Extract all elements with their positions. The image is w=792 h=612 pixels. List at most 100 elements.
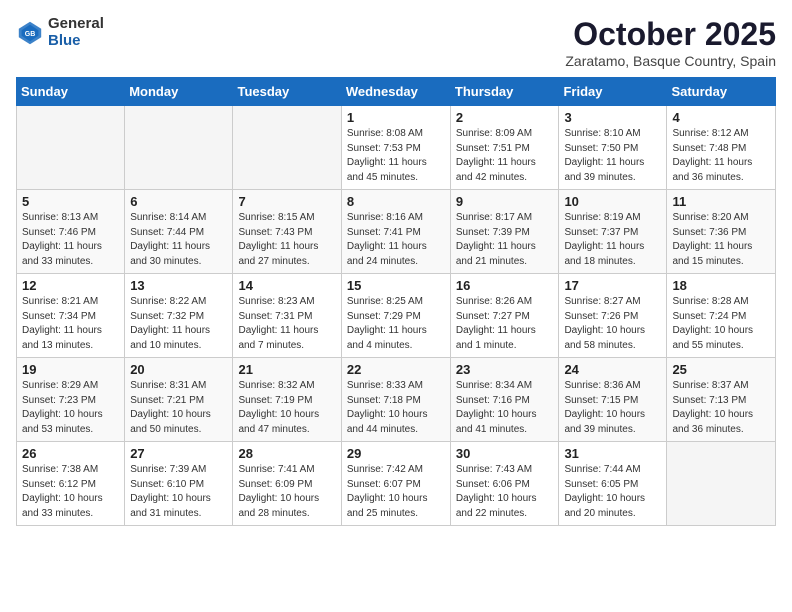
calendar-header-row: SundayMondayTuesdayWednesdayThursdayFrid…: [17, 78, 776, 106]
day-info: Sunrise: 8:26 AM Sunset: 7:27 PM Dayligh…: [456, 295, 554, 353]
day-number: 10: [564, 194, 661, 209]
day-info: Sunrise: 8:12 AM Sunset: 7:48 PM Dayligh…: [672, 127, 770, 185]
logo-text: General Blue: [48, 16, 104, 49]
table-row: 1 Sunrise: 8:08 AM Sunset: 7:53 PM Daylig…: [341, 106, 450, 190]
table-row: 27 Sunrise: 7:39 AM Sunset: 6:10 PM Dayli…: [125, 442, 233, 526]
day-number: 22: [347, 362, 445, 377]
table-row: 18 Sunrise: 8:28 AM Sunset: 7:24 PM Dayli…: [667, 274, 776, 358]
day-info: Sunrise: 8:37 AM Sunset: 7:13 PM Dayligh…: [672, 379, 770, 437]
day-info: Sunrise: 7:38 AM Sunset: 6:12 PM Dayligh…: [22, 463, 119, 521]
calendar-table: SundayMondayTuesdayWednesdayThursdayFrid…: [16, 77, 776, 526]
day-number: 13: [130, 278, 227, 293]
table-row: 12Sunrise: 8:21 AM Sunset: 7:34 PM Dayli…: [17, 274, 125, 358]
day-info: Sunrise: 8:13 AM Sunset: 7:46 PM Dayligh…: [22, 211, 119, 269]
logo-blue-text: Blue: [48, 33, 104, 50]
day-number: 2: [456, 110, 554, 125]
table-row: 29Sunrise: 7:42 AM Sunset: 6:07 PM Dayli…: [341, 442, 450, 526]
table-row: 24 Sunrise: 8:36 AM Sunset: 7:15 PM Dayli…: [559, 358, 667, 442]
day-number: 7: [238, 194, 335, 209]
calendar-week-row: 12Sunrise: 8:21 AM Sunset: 7:34 PM Dayli…: [17, 274, 776, 358]
logo-icon: GB: [16, 19, 44, 47]
day-info: Sunrise: 8:22 AM Sunset: 7:32 PM Dayligh…: [130, 295, 227, 353]
day-number: 8: [347, 194, 445, 209]
day-info: Sunrise: 8:34 AM Sunset: 7:16 PM Dayligh…: [456, 379, 554, 437]
day-info: Sunrise: 7:44 AM Sunset: 6:05 PM Dayligh…: [564, 463, 661, 521]
calendar-week-row: 26 Sunrise: 7:38 AM Sunset: 6:12 PM Dayli…: [17, 442, 776, 526]
day-info: Sunrise: 8:23 AM Sunset: 7:31 PM Dayligh…: [238, 295, 335, 353]
day-info: Sunrise: 8:29 AM Sunset: 7:23 PM Dayligh…: [22, 379, 119, 437]
table-row: 2 Sunrise: 8:09 AM Sunset: 7:51 PM Daylig…: [450, 106, 559, 190]
day-number: 9: [456, 194, 554, 209]
table-row: 16 Sunrise: 8:26 AM Sunset: 7:27 PM Dayli…: [450, 274, 559, 358]
table-row: 19 Sunrise: 8:29 AM Sunset: 7:23 PM Dayli…: [17, 358, 125, 442]
title-block: October 2025 Zaratamo, Basque Country, S…: [565, 16, 776, 69]
day-of-week-header: Monday: [125, 78, 233, 106]
day-info: Sunrise: 8:08 AM Sunset: 7:53 PM Dayligh…: [347, 127, 445, 185]
day-number: 18: [672, 278, 770, 293]
day-number: 23: [456, 362, 554, 377]
table-row: [125, 106, 233, 190]
table-row: 25 Sunrise: 8:37 AM Sunset: 7:13 PM Dayli…: [667, 358, 776, 442]
table-row: [17, 106, 125, 190]
table-row: 5 Sunrise: 8:13 AM Sunset: 7:46 PM Daylig…: [17, 190, 125, 274]
day-number: 30: [456, 446, 554, 461]
day-number: 1: [347, 110, 445, 125]
day-info: Sunrise: 8:25 AM Sunset: 7:29 PM Dayligh…: [347, 295, 445, 353]
table-row: [233, 106, 341, 190]
table-row: 8 Sunrise: 8:16 AM Sunset: 7:41 PM Daylig…: [341, 190, 450, 274]
day-info: Sunrise: 8:21 AM Sunset: 7:34 PM Dayligh…: [22, 295, 119, 353]
day-number: 6: [130, 194, 227, 209]
table-row: 10Sunrise: 8:19 AM Sunset: 7:37 PM Dayli…: [559, 190, 667, 274]
day-info: Sunrise: 7:41 AM Sunset: 6:09 PM Dayligh…: [238, 463, 335, 521]
day-number: 25: [672, 362, 770, 377]
day-info: Sunrise: 8:14 AM Sunset: 7:44 PM Dayligh…: [130, 211, 227, 269]
calendar-week-row: 19 Sunrise: 8:29 AM Sunset: 7:23 PM Dayli…: [17, 358, 776, 442]
table-row: [667, 442, 776, 526]
table-row: 30 Sunrise: 7:43 AM Sunset: 6:06 PM Dayli…: [450, 442, 559, 526]
day-of-week-header: Tuesday: [233, 78, 341, 106]
table-row: 11Sunrise: 8:20 AM Sunset: 7:36 PM Dayli…: [667, 190, 776, 274]
table-row: 21Sunrise: 8:32 AM Sunset: 7:19 PM Dayli…: [233, 358, 341, 442]
day-info: Sunrise: 8:09 AM Sunset: 7:51 PM Dayligh…: [456, 127, 554, 185]
table-row: 9 Sunrise: 8:17 AM Sunset: 7:39 PM Daylig…: [450, 190, 559, 274]
day-number: 17: [564, 278, 661, 293]
day-info: Sunrise: 8:10 AM Sunset: 7:50 PM Dayligh…: [564, 127, 661, 185]
logo: GB General Blue: [16, 16, 104, 49]
day-info: Sunrise: 7:43 AM Sunset: 6:06 PM Dayligh…: [456, 463, 554, 521]
table-row: 20Sunrise: 8:31 AM Sunset: 7:21 PM Dayli…: [125, 358, 233, 442]
calendar-week-row: 1 Sunrise: 8:08 AM Sunset: 7:53 PM Daylig…: [17, 106, 776, 190]
table-row: 15Sunrise: 8:25 AM Sunset: 7:29 PM Dayli…: [341, 274, 450, 358]
day-of-week-header: Friday: [559, 78, 667, 106]
table-row: 17Sunrise: 8:27 AM Sunset: 7:26 PM Dayli…: [559, 274, 667, 358]
day-info: Sunrise: 7:39 AM Sunset: 6:10 PM Dayligh…: [130, 463, 227, 521]
table-row: 28 Sunrise: 7:41 AM Sunset: 6:09 PM Dayli…: [233, 442, 341, 526]
day-number: 5: [22, 194, 119, 209]
day-info: Sunrise: 8:16 AM Sunset: 7:41 PM Dayligh…: [347, 211, 445, 269]
day-of-week-header: Wednesday: [341, 78, 450, 106]
logo-general-text: General: [48, 16, 104, 33]
day-number: 19: [22, 362, 119, 377]
day-number: 20: [130, 362, 227, 377]
day-number: 28: [238, 446, 335, 461]
table-row: 26 Sunrise: 7:38 AM Sunset: 6:12 PM Dayli…: [17, 442, 125, 526]
day-number: 14: [238, 278, 335, 293]
table-row: 6 Sunrise: 8:14 AM Sunset: 7:44 PM Daylig…: [125, 190, 233, 274]
day-of-week-header: Saturday: [667, 78, 776, 106]
table-row: 23 Sunrise: 8:34 AM Sunset: 7:16 PM Dayli…: [450, 358, 559, 442]
day-info: Sunrise: 8:36 AM Sunset: 7:15 PM Dayligh…: [564, 379, 661, 437]
calendar-week-row: 5 Sunrise: 8:13 AM Sunset: 7:46 PM Daylig…: [17, 190, 776, 274]
day-info: Sunrise: 8:28 AM Sunset: 7:24 PM Dayligh…: [672, 295, 770, 353]
day-info: Sunrise: 8:33 AM Sunset: 7:18 PM Dayligh…: [347, 379, 445, 437]
day-info: Sunrise: 8:15 AM Sunset: 7:43 PM Dayligh…: [238, 211, 335, 269]
day-number: 24: [564, 362, 661, 377]
table-row: 3Sunrise: 8:10 AM Sunset: 7:50 PM Daylig…: [559, 106, 667, 190]
page-header: GB General Blue October 2025 Zaratamo, B…: [16, 16, 776, 69]
svg-text:GB: GB: [25, 30, 36, 37]
day-number: 16: [456, 278, 554, 293]
day-number: 26: [22, 446, 119, 461]
table-row: 13 Sunrise: 8:22 AM Sunset: 7:32 PM Dayli…: [125, 274, 233, 358]
day-number: 31: [564, 446, 661, 461]
day-number: 4: [672, 110, 770, 125]
day-info: Sunrise: 8:17 AM Sunset: 7:39 PM Dayligh…: [456, 211, 554, 269]
day-number: 27: [130, 446, 227, 461]
